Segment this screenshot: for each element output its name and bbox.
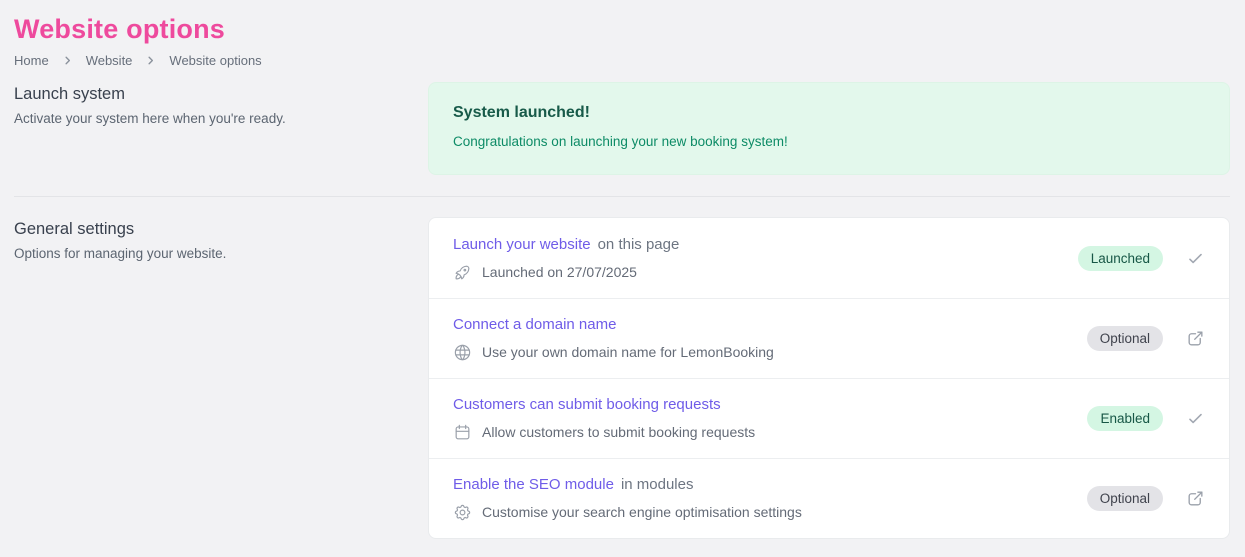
alert-title: System launched! [453,103,1205,122]
external-link-icon[interactable] [1186,329,1205,348]
row-content: Enable the SEO module in modules Customi… [453,475,1087,522]
gear-icon [453,503,472,522]
row-subtitle: Allow customers to submit booking reques… [482,423,755,442]
launch-website-link[interactable]: Launch your website [453,235,591,254]
setting-row-seo-module: Enable the SEO module in modules Customi… [429,458,1229,538]
row-status: Optional [1087,486,1205,511]
breadcrumb-current: Website options [169,53,261,68]
launch-system-section: Launch system Activate your system here … [14,82,1230,175]
section-divider [14,196,1230,197]
launch-system-description: Activate your system here when you're re… [14,111,398,126]
seo-module-link[interactable]: Enable the SEO module [453,475,614,494]
breadcrumb-website[interactable]: Website [86,53,133,68]
settings-card: Launch your website on this page Launche… [428,217,1230,539]
setting-row-domain-name: Connect a domain name Use your own domai… [429,298,1229,378]
system-launched-alert: System launched! Congratulations on laun… [428,82,1230,175]
row-status: Launched [1078,246,1205,271]
general-settings-heading: General settings [14,220,398,239]
row-suffix: on this page [598,235,680,254]
setting-row-launch-website: Launch your website on this page Launche… [429,218,1229,298]
launch-system-intro: Launch system Activate your system here … [14,82,428,126]
setting-row-booking-requests: Customers can submit booking requests Al… [429,378,1229,458]
page-title: Website options [14,14,1230,44]
status-badge: Launched [1078,246,1163,271]
rocket-icon [453,263,472,282]
row-content: Launch your website on this page Launche… [453,235,1078,282]
booking-requests-link[interactable]: Customers can submit booking requests [453,395,721,414]
calendar-icon [453,423,472,442]
row-subtitle: Customise your search engine optimisatio… [482,503,802,522]
status-badge: Optional [1087,486,1163,511]
status-badge: Enabled [1087,406,1163,431]
check-icon [1186,249,1205,268]
row-status: Optional [1087,326,1205,351]
row-status: Enabled [1087,406,1205,431]
general-settings-section: General settings Options for managing yo… [14,217,1230,539]
alert-message: Congratulations on launching your new bo… [453,133,1205,150]
chevron-right-icon [62,55,73,66]
chevron-right-icon [145,55,156,66]
launch-system-heading: Launch system [14,85,398,104]
page: Website options Home Website Website opt… [0,0,1245,557]
connect-domain-link[interactable]: Connect a domain name [453,315,616,334]
row-subtitle: Launched on 27/07/2025 [482,263,637,282]
row-subtitle: Use your own domain name for LemonBookin… [482,343,774,362]
status-badge: Optional [1087,326,1163,351]
external-link-icon[interactable] [1186,489,1205,508]
general-settings-description: Options for managing your website. [14,246,398,261]
row-suffix: in modules [621,475,694,494]
globe-icon [453,343,472,362]
general-settings-intro: General settings Options for managing yo… [14,217,428,261]
breadcrumb: Home Website Website options [14,53,1230,68]
check-icon [1186,409,1205,428]
breadcrumb-home[interactable]: Home [14,53,49,68]
row-content: Customers can submit booking requests Al… [453,395,1087,442]
row-content: Connect a domain name Use your own domai… [453,315,1087,362]
